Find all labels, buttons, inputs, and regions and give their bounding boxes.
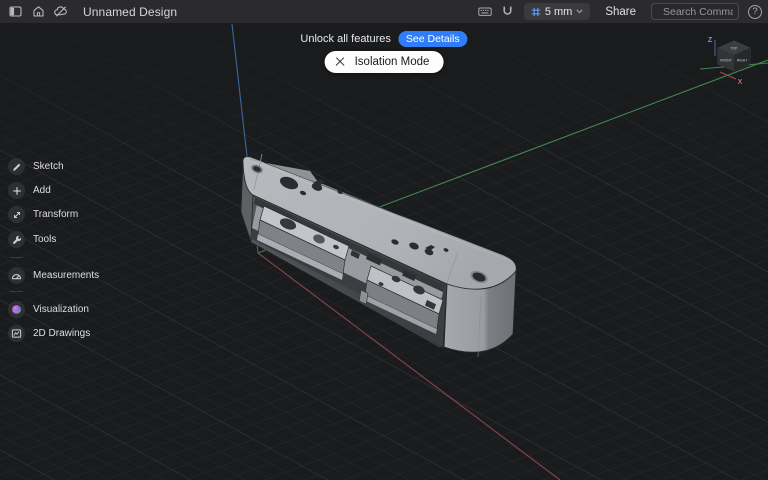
search-input[interactable] [663,6,733,18]
design-title[interactable]: Unnamed Design [83,5,177,19]
sidebar-item-2d-drawings[interactable]: 2D Drawings [8,325,90,342]
upgrade-banner-text: Unlock all features [300,33,391,45]
cube-right-face-label[interactable]: RIGHT [737,59,748,63]
sidebar-item-label: Tools [33,234,56,245]
top-bar: Unnamed Design [0,0,768,24]
material-sphere-icon [11,304,22,315]
sidebar-item-measurements[interactable]: Measurements [8,267,99,284]
drawing-sheet-icon [11,328,22,339]
sidebar-toggle-icon[interactable] [8,5,22,19]
sidebar-item-tools[interactable]: Tools [8,231,56,248]
home-icon[interactable] [31,5,45,19]
grid-hash-icon [531,7,541,17]
pencil-icon [12,162,22,172]
cube-x-label: X [738,79,743,86]
close-icon[interactable] [336,57,346,67]
sidebar-item-label: Transform [33,209,78,220]
grid-size-value: 5 mm [545,6,573,18]
see-details-button[interactable]: See Details [398,31,468,47]
cube-front-face-label[interactable]: FRONT [720,59,732,63]
sidebar-item-transform[interactable]: Transform [8,206,78,223]
chevron-down-icon [576,9,583,14]
snapping-magnet-icon[interactable] [501,5,515,19]
cube-top-face-label[interactable]: TOP [731,47,739,51]
upgrade-banner: Unlock all features See Details [300,31,467,47]
plus-icon [12,186,22,196]
help-button[interactable]: ? [748,5,762,19]
sidebar-item-visualization[interactable]: Visualization [8,301,89,318]
share-button[interactable]: Share [599,6,642,18]
top-bar-left: Unnamed Design [8,5,177,19]
sidebar-item-sketch[interactable]: Sketch [8,158,64,175]
sidebar-item-label: Visualization [33,304,89,315]
app-window: TOP FRONT RIGHT Z X [0,0,768,480]
wrench-icon [12,235,22,245]
move-arrows-icon [12,210,22,220]
gauge-icon [11,270,22,281]
sidebar-item-label: Add [33,185,51,196]
3d-model-body[interactable] [241,154,516,357]
toolbar-divider [10,257,23,258]
sidebar-item-label: Sketch [33,161,64,172]
sidebar-item-label: 2D Drawings [33,328,90,339]
top-bar-right: 5 mm Share ? [478,3,762,20]
command-search[interactable] [651,3,739,20]
grid-size-dropdown[interactable]: 5 mm [524,3,591,20]
cloud-sync-icon[interactable] [54,5,68,19]
isolation-mode-label: Isolation Mode [355,56,430,68]
isolation-mode-chip: Isolation Mode [325,51,444,73]
cube-z-label: Z [708,37,713,44]
sidebar-item-label: Measurements [33,270,99,281]
sidebar-item-add[interactable]: Add [8,182,51,199]
toolbar-divider [10,291,23,292]
keyboard-icon[interactable] [478,5,492,19]
